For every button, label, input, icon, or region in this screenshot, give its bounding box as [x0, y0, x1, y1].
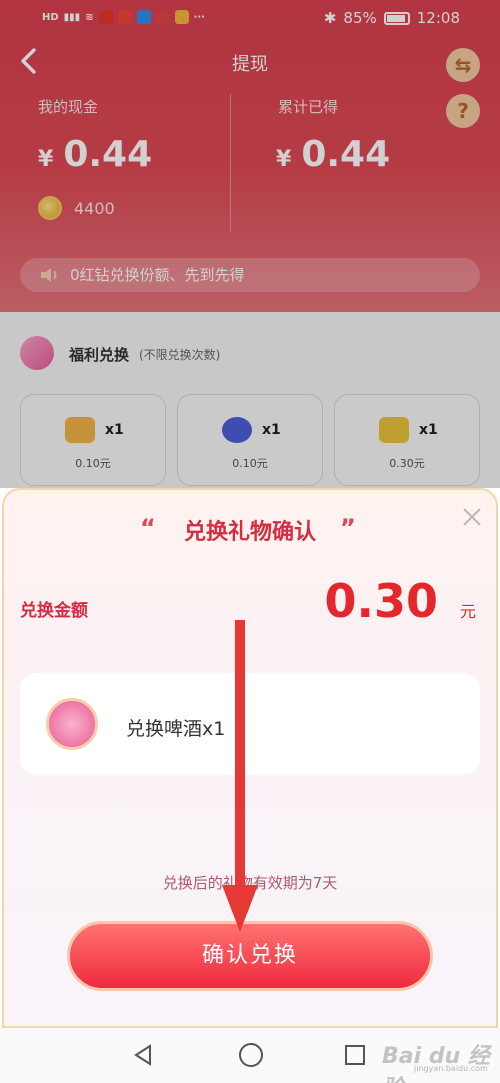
nav-back-icon[interactable]	[132, 1044, 154, 1066]
close-icon[interactable]	[460, 505, 484, 529]
amount-label: 兑换金额	[20, 601, 88, 621]
watermark-url: jingyan.baidu.com	[414, 1064, 488, 1073]
annotation-arrow-icon	[222, 620, 258, 932]
modal-overlay[interactable]	[0, 0, 500, 488]
watermark-logo: Bai du 经验	[382, 1044, 490, 1083]
title-decoration: ”	[340, 514, 356, 542]
dialog-title: 兑换礼物确认	[183, 520, 316, 545]
nav-recent-icon[interactable]	[345, 1045, 365, 1065]
exchange-item-text: 兑换啤酒x1	[126, 718, 226, 740]
gift-icon	[46, 698, 98, 750]
nav-home-icon[interactable]	[239, 1043, 263, 1067]
amount-value: 0.30	[324, 574, 439, 628]
amount-unit: 元	[460, 602, 477, 621]
